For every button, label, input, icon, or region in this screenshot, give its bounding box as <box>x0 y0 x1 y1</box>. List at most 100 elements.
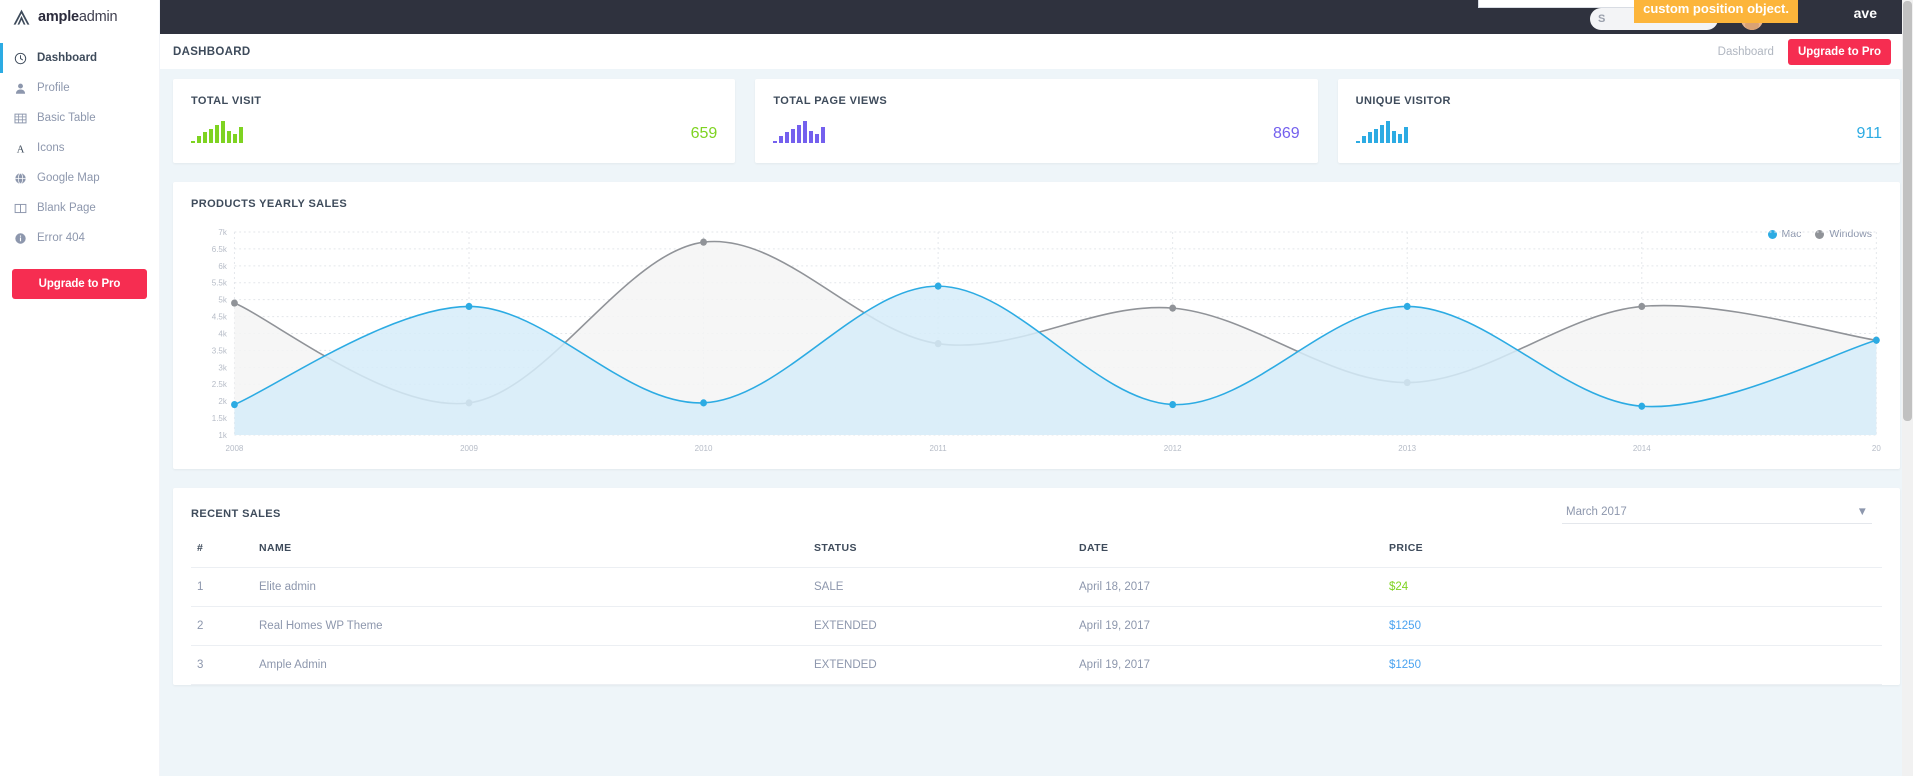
y-axis-tick: 4k <box>218 329 227 338</box>
sparkline-bar <box>197 136 201 143</box>
save-label[interactable]: ave <box>1854 5 1877 21</box>
sparkline-bar <box>1391 131 1396 143</box>
header-upgrade-button[interactable]: Upgrade to Pro <box>1787 38 1891 65</box>
breadcrumb[interactable]: Dashboard <box>1718 46 1774 58</box>
y-axis-tick: 6k <box>218 262 227 271</box>
columns-icon <box>14 202 27 215</box>
sparkline-bar <box>779 136 784 143</box>
page-scrollbar[interactable] <box>1902 0 1913 776</box>
x-axis-tick: 2010 <box>695 444 713 453</box>
x-axis-tick: 2012 <box>1164 444 1182 453</box>
topbar: S custom position object. ave <box>160 0 1913 34</box>
table-row[interactable]: 3 Ample Admin EXTENDED April 19, 2017 $1250 <box>191 645 1882 685</box>
brand-bold: ample <box>38 9 79 25</box>
x-axis-tick: 2011 <box>929 444 947 453</box>
cell-num: 1 <box>191 567 253 607</box>
sidebar-item-profile[interactable]: Profile <box>0 73 159 103</box>
cell-date: April 18, 2017 <box>1073 567 1383 607</box>
stat-card-body: 659 <box>191 121 717 143</box>
sidebar-item-dashboard[interactable]: Dashboard <box>0 43 159 73</box>
cell-status: EXTENDED <box>808 645 1073 685</box>
sparkline-bar <box>773 141 778 143</box>
table-header: # NAME STATUS DATE PRICE <box>191 538 1882 568</box>
sparkline-bar <box>1361 136 1366 143</box>
globe-icon <box>14 172 27 185</box>
sidebar-item-label: Icons <box>37 142 65 154</box>
stat-card-title: TOTAL VISIT <box>191 95 262 107</box>
cell-num: 3 <box>191 645 253 685</box>
stat-card-body: 911 <box>1355 121 1882 143</box>
column-header-price: PRICE <box>1383 538 1882 568</box>
x-axis-tick: 2013 <box>1398 444 1416 453</box>
main-area: S custom position object. ave DASHBOARD … <box>160 0 1913 776</box>
sidebar-upgrade-button[interactable]: Upgrade to Pro <box>12 269 147 299</box>
column-header-name: NAME <box>253 538 808 568</box>
user-icon <box>14 82 27 95</box>
sparkline-chart <box>191 121 243 143</box>
page-title: DASHBOARD <box>173 45 251 58</box>
month-filter-select[interactable]: March 2017 ▼ <box>1562 504 1872 524</box>
table-icon <box>14 112 27 125</box>
stat-cards: TOTAL VISIT 659 TOTAL PAGE VIEWS 869 UNI… <box>173 79 1900 163</box>
sidebar-nav: Dashboard Profile Basic Table A Icons Go… <box>0 43 159 253</box>
y-axis-tick: 1k <box>218 431 227 440</box>
sidebar-item-label: Dashboard <box>37 52 98 64</box>
cell-price: $1250 <box>1383 645 1882 685</box>
sidebar-item-label: Blank Page <box>37 202 96 214</box>
sidebar-item-google-map[interactable]: Google Map <box>0 163 159 193</box>
stat-card-body: 869 <box>773 121 1300 143</box>
y-axis-tick: 3k <box>218 363 227 372</box>
cell-name: Elite admin <box>253 567 808 607</box>
x-axis-tick: 2008 <box>226 444 244 453</box>
sidebar-item-icons[interactable]: A Icons <box>0 133 159 163</box>
sparkline-chart <box>1355 121 1408 143</box>
y-axis-tick: 5.5k <box>212 279 228 288</box>
table-body: 1 Elite admin SALE April 18, 2017 $24 2 Real H… <box>191 567 1882 685</box>
svg-text:A: A <box>17 144 25 154</box>
stat-card-value: 911 <box>1856 125 1882 142</box>
table-header-row: # NAME STATUS DATE PRICE <box>191 538 1882 568</box>
y-axis-tick: 1.5k <box>212 414 228 423</box>
clock-icon <box>14 52 27 65</box>
sparkline-bar <box>797 125 802 143</box>
y-axis-tick: 2.5k <box>212 380 228 389</box>
stat-card-title: UNIQUE VISITOR <box>1355 95 1451 107</box>
sparkline-bar <box>239 127 243 143</box>
recent-sales-header: RECENT SALES March 2017 ▼ <box>191 504 1882 524</box>
stat-card-value: 869 <box>1272 125 1300 142</box>
caret-down-icon: ▼ <box>1856 506 1868 518</box>
chart-canvas[interactable]: 1k 1.5k 2k 2.5k 3k 3.5k 4k 4.5k 5k 5.5k 6k 6.5k 7k 20… <box>191 226 1882 461</box>
table-row[interactable]: 2 Real Homes WP Theme EXTENDED April 19, 20… <box>191 606 1882 646</box>
x-axis-tick: 2014 <box>1633 444 1651 453</box>
sidebar-upgrade-wrap: Upgrade to Pro <box>0 253 159 299</box>
sparkline-bar <box>821 127 826 143</box>
y-axis-tick: 7k <box>218 228 227 237</box>
cell-price: $1250 <box>1383 606 1882 646</box>
sparkline-bar <box>1373 129 1378 143</box>
cell-status: EXTENDED <box>808 606 1073 646</box>
scrollbar-thumb[interactable] <box>1903 1 1912 421</box>
sidebar-item-label: Error 404 <box>37 232 85 244</box>
table-row[interactable]: 1 Elite admin SALE April 18, 2017 $24 <box>191 567 1882 607</box>
sidebar-item-basic-table[interactable]: Basic Table <box>0 103 159 133</box>
sparkline-bar <box>1367 132 1372 143</box>
column-header-num: # <box>191 538 253 568</box>
sidebar-item-blank-page[interactable]: Blank Page <box>0 193 159 223</box>
sidebar-item-error-404[interactable]: Error 404 <box>0 223 159 253</box>
stat-card-unique-visitor: UNIQUE VISITOR 911 <box>1337 79 1900 163</box>
x-axis-tick: 2009 <box>460 444 478 453</box>
column-header-status: STATUS <box>808 538 1073 568</box>
sparkline-chart <box>773 121 826 143</box>
cell-name: Real Homes WP Theme <box>253 606 808 646</box>
y-axis-tick: 5k <box>218 295 227 304</box>
x-axis-tick: 20 <box>1872 444 1881 453</box>
sparkline-bar <box>203 132 207 143</box>
cell-price: $24 <box>1383 567 1882 607</box>
cell-name: Ample Admin <box>253 645 808 685</box>
products-yearly-sales-card: PRODUCTS YEARLY SALES Mac Windows 1k 1.5k… <box>173 182 1900 469</box>
cell-status: SALE <box>808 567 1073 607</box>
brand-logo[interactable]: ampleadmin <box>0 0 159 34</box>
y-axis-tick: 3.5k <box>212 346 228 355</box>
sparkline-bar <box>785 132 790 143</box>
letter-a-icon: A <box>14 142 27 154</box>
